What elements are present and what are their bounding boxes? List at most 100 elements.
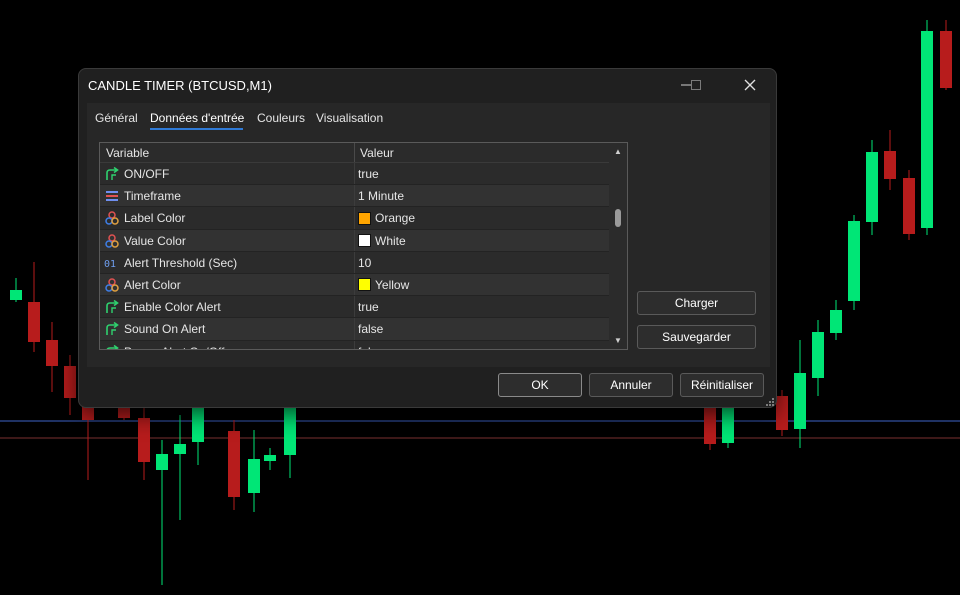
input-row[interactable]: ON/OFF true xyxy=(100,163,609,186)
bear-candle xyxy=(776,396,788,430)
close-icon xyxy=(744,79,756,91)
load-button[interactable]: Charger xyxy=(637,291,756,315)
input-value[interactable]: 10 xyxy=(358,256,371,270)
toggle-arrow-icon xyxy=(104,299,120,315)
bull-candle xyxy=(794,373,806,429)
color-swatch[interactable] xyxy=(358,211,371,225)
header-value[interactable]: Valeur xyxy=(360,146,394,160)
color-swatch[interactable] xyxy=(358,234,371,248)
bull-candle xyxy=(264,455,276,461)
input-row[interactable]: Value Color White xyxy=(100,229,609,252)
grid-scrollbar[interactable]: ▲ ▼ xyxy=(609,143,627,349)
input-value[interactable]: false xyxy=(358,345,383,350)
bear-candle xyxy=(884,151,896,179)
column-separator xyxy=(354,207,355,229)
color-swatch[interactable] xyxy=(358,278,371,292)
bull-candle xyxy=(174,444,186,454)
grid-rows: ON/OFF true Timeframe 1 Minute Label Color Or… xyxy=(100,163,609,350)
bear-candle xyxy=(903,178,915,234)
ok-button[interactable]: OK xyxy=(498,373,582,397)
enum-list-icon xyxy=(104,188,120,204)
input-variable-name: Value Color xyxy=(124,233,186,248)
input-value[interactable]: true xyxy=(358,167,379,181)
column-separator xyxy=(354,185,355,207)
input-variable-name: Alert Color xyxy=(124,277,181,292)
dialog-title: CANDLE TIMER (BTCUSD,M1) xyxy=(88,78,272,93)
input-row[interactable]: Timeframe 1 Minute xyxy=(100,185,609,208)
cancel-button[interactable]: Annuler xyxy=(589,373,673,397)
input-value-text: 1 Minute xyxy=(358,189,405,204)
color-circles-icon xyxy=(104,210,120,226)
bull-candle xyxy=(284,405,296,455)
input-variable-name: Label Color xyxy=(124,211,186,226)
input-row[interactable]: Sound On Alert false xyxy=(100,318,609,341)
header-variable[interactable]: Variable xyxy=(106,146,149,160)
bull-candle xyxy=(156,454,168,470)
svg-text:01: 01 xyxy=(104,259,116,270)
bear-candle xyxy=(138,418,150,462)
title-bar[interactable]: CANDLE TIMER (BTCUSD,M1) xyxy=(79,69,776,103)
input-value[interactable]: Yellow xyxy=(358,278,409,292)
reset-button[interactable]: Réinitialiser xyxy=(680,373,764,397)
bear-candle xyxy=(28,302,40,342)
bear-candle xyxy=(940,31,952,88)
input-value[interactable]: Orange xyxy=(358,211,415,225)
column-separator xyxy=(354,340,355,349)
input-row[interactable]: Label Color Orange xyxy=(100,207,609,230)
maximize-button[interactable] xyxy=(673,69,719,101)
input-value-text: White xyxy=(375,233,406,248)
input-value-text: false xyxy=(358,322,384,337)
input-value[interactable]: 1 Minute xyxy=(358,189,404,203)
column-separator xyxy=(354,251,355,273)
input-value[interactable]: false xyxy=(358,322,383,336)
save-button[interactable]: Sauvegarder xyxy=(637,325,756,349)
resize-grip-icon[interactable] xyxy=(765,396,775,406)
settings-dialog: CANDLE TIMER (BTCUSD,M1) Général Données… xyxy=(78,68,777,408)
close-button[interactable] xyxy=(727,69,773,101)
scroll-thumb[interactable] xyxy=(615,209,621,227)
bull-candle xyxy=(812,332,824,378)
scroll-down-icon[interactable]: ▼ xyxy=(614,336,622,345)
column-separator xyxy=(354,229,355,251)
input-row[interactable]: Alert Color Yellow xyxy=(100,273,609,297)
header-separator[interactable] xyxy=(354,143,355,162)
maximize-icon xyxy=(690,79,702,91)
bull-candle xyxy=(848,221,860,301)
input-row[interactable]: Popup Alert On/Off false xyxy=(100,340,609,350)
input-variable-name: Sound On Alert xyxy=(124,322,206,337)
column-separator xyxy=(354,318,355,340)
integer-icon: 01 xyxy=(104,255,120,271)
input-value-text: Yellow xyxy=(375,277,410,292)
bull-candle xyxy=(830,310,842,333)
bear-candle xyxy=(228,431,240,497)
bull-candle xyxy=(192,405,204,442)
input-row[interactable]: Enable Color Alert true xyxy=(100,296,609,319)
tab-visualisation[interactable]: Visualisation xyxy=(316,111,383,125)
color-circles-icon xyxy=(104,277,120,293)
bull-candle xyxy=(866,152,878,222)
input-variable-name: Timeframe xyxy=(124,189,181,204)
bear-candle xyxy=(704,408,716,444)
input-variable-name: Popup Alert On/Off xyxy=(124,345,225,350)
tab-general[interactable]: Général xyxy=(95,111,138,125)
toggle-arrow-icon xyxy=(104,166,120,182)
toggle-arrow-icon xyxy=(104,321,120,337)
input-row[interactable]: 01 Alert Threshold (Sec) 10 xyxy=(100,251,609,274)
tab-input-data[interactable]: Données d'entrée xyxy=(150,111,244,125)
scroll-up-icon[interactable]: ▲ xyxy=(614,147,622,156)
input-value-text: true xyxy=(358,300,379,315)
input-value[interactable]: White xyxy=(358,234,406,248)
bull-candle xyxy=(248,459,260,493)
input-value[interactable]: true xyxy=(358,300,379,314)
bear-candle xyxy=(64,366,76,398)
color-circles-icon xyxy=(104,233,120,249)
active-tab-indicator xyxy=(150,128,243,130)
input-value-text: 10 xyxy=(358,255,372,270)
input-value-text: false xyxy=(358,345,383,350)
column-separator xyxy=(354,296,355,318)
grid-header: Variable Valeur xyxy=(100,143,609,163)
tab-colors[interactable]: Couleurs xyxy=(257,111,305,125)
bull-candle xyxy=(10,290,22,300)
inputs-grid: Variable Valeur ON/OFF true Timeframe 1 Min… xyxy=(99,142,628,350)
input-variable-name: ON/OFF xyxy=(124,167,170,181)
